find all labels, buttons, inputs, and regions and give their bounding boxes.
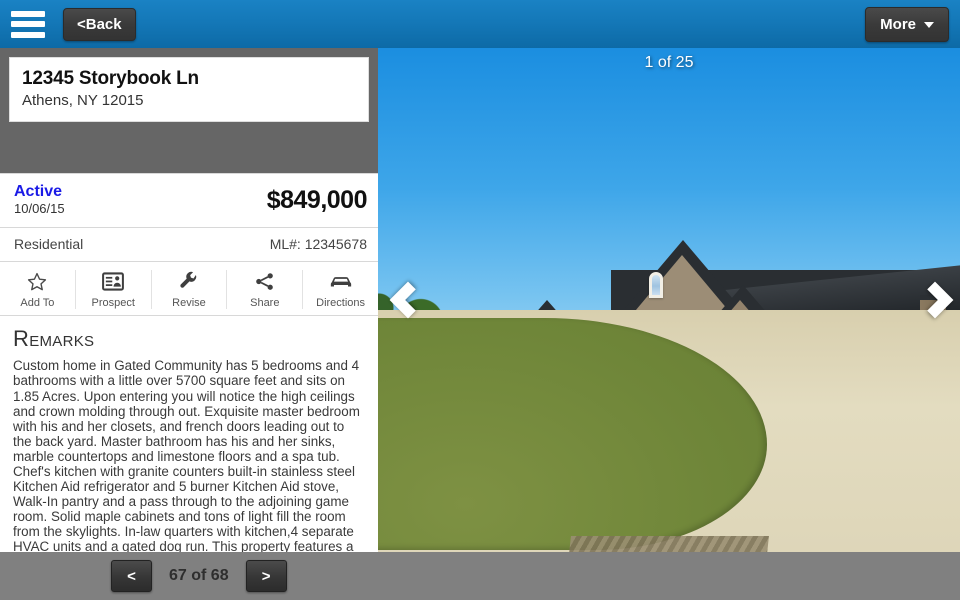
- remarks-section: Remarks Custom home in Gated Community h…: [0, 316, 378, 552]
- address-street: 12345 Storybook Ln: [22, 68, 199, 89]
- share-nodes-icon: [254, 270, 275, 292]
- status-price-row: Active 10/06/15 $849,000: [0, 174, 378, 229]
- listing-info-panel: 12345 Storybook Ln Athens, NY 12015 Acti…: [0, 48, 378, 552]
- hamburger-bar: [11, 21, 45, 27]
- hamburger-bar: [11, 31, 45, 38]
- action-add-to[interactable]: Add To: [0, 270, 76, 310]
- pagination-bar: < 67 of 68 >: [0, 552, 960, 600]
- more-button[interactable]: More: [865, 7, 949, 42]
- car-icon: [329, 270, 353, 292]
- listing-price: $849,000: [266, 185, 368, 214]
- property-type-row: Residential ML#: 12345678: [0, 228, 378, 263]
- listing-photo-viewer[interactable]: 1 of 25: [378, 48, 960, 552]
- action-label: Share: [250, 297, 280, 310]
- next-photo-button[interactable]: [916, 274, 954, 326]
- wrench-icon: [178, 270, 199, 292]
- status-badge: Active: [14, 183, 63, 200]
- remarks-text: Custom home in Gated Community has 5 bed…: [13, 358, 360, 552]
- action-revise[interactable]: Revise: [152, 270, 228, 310]
- action-toolbar: Add To Prospect Revise Share Directions: [0, 262, 378, 317]
- chevron-left-icon: [389, 281, 427, 319]
- top-navigation-bar: <Back More: [0, 0, 960, 48]
- contact-card-icon: [102, 270, 125, 292]
- status-date: 10/06/15: [14, 201, 65, 217]
- paver-walkway: [569, 536, 769, 552]
- mls-number: ML#: 12345678: [269, 236, 367, 253]
- more-button-label: More: [880, 16, 916, 33]
- window: [648, 272, 663, 299]
- address-card[interactable]: 12345 Storybook Ln Athens, NY 12015: [9, 57, 369, 122]
- previous-listing-button[interactable]: <: [111, 560, 152, 592]
- hamburger-bar: [11, 10, 45, 17]
- listing-position-label: 67 of 68: [169, 567, 229, 584]
- next-listing-button[interactable]: >: [245, 560, 287, 592]
- hamburger-menu-icon[interactable]: [11, 10, 45, 38]
- caret-down-icon: [924, 21, 934, 28]
- listing-details-body: Active 10/06/15 $849,000 Residential ML#…: [0, 173, 378, 552]
- previous-photo-button[interactable]: [389, 274, 427, 326]
- action-prospect[interactable]: Prospect: [76, 270, 152, 310]
- house-illustration: [378, 48, 960, 552]
- address-city-state-zip: Athens, NY 12015: [22, 91, 144, 109]
- property-type: Residential: [14, 236, 84, 253]
- star-outline-icon: [26, 270, 48, 292]
- remarks-heading: Remarks: [13, 326, 95, 352]
- action-directions[interactable]: Directions: [303, 270, 378, 309]
- action-share[interactable]: Share: [227, 270, 304, 310]
- back-button[interactable]: <Back: [63, 7, 136, 41]
- action-label: Prospect: [91, 297, 135, 310]
- listing-detail-screen: <Back More 12345 Storybook Ln Athens, NY…: [0, 0, 960, 600]
- status-block: Active 10/06/15: [14, 183, 65, 217]
- action-label: Revise: [172, 297, 206, 310]
- chevron-right-icon: [916, 281, 954, 319]
- action-label: Directions: [316, 297, 366, 310]
- action-label: Add To: [20, 297, 55, 310]
